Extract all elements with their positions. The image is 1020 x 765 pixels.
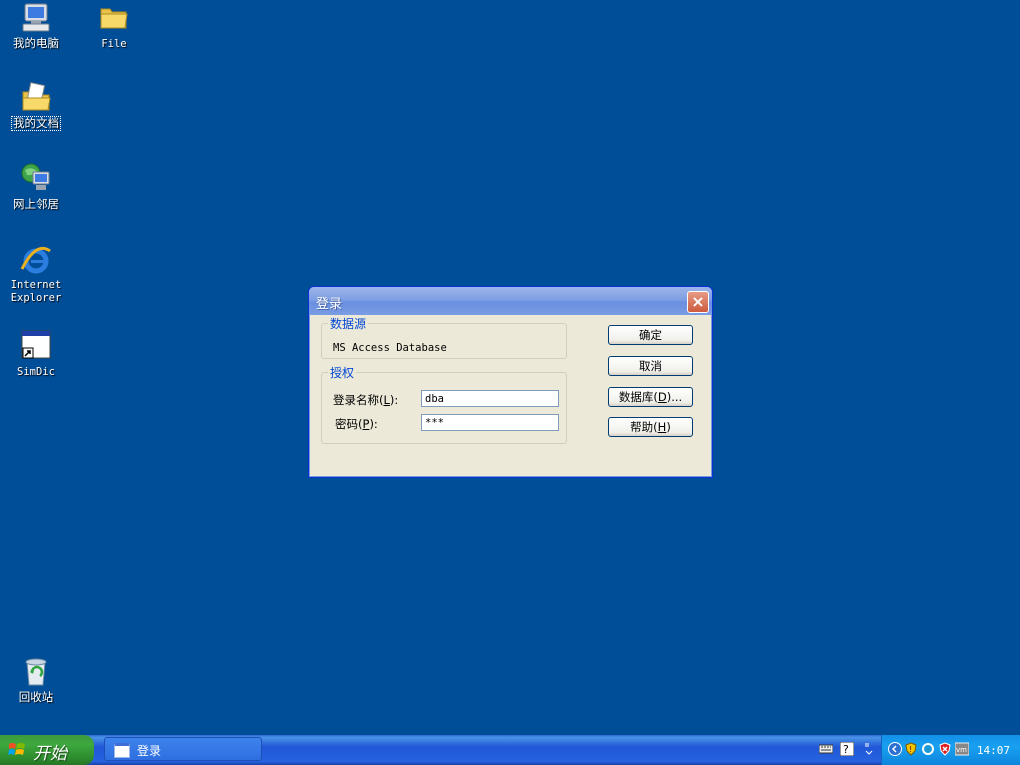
datasource-legend: 数据源 — [330, 317, 367, 331]
desktop-icon-label: 回收站 — [18, 690, 54, 704]
svg-text:?: ? — [843, 743, 849, 756]
taskbar: 开始 登录 ? ! vm 14:07 — [0, 735, 1020, 765]
password-label: 密码(P): — [335, 417, 378, 431]
desktop-icon-label: SimDic — [17, 366, 55, 378]
desktop-icon-internet-explorer[interactable]: Internet Explorer — [0, 243, 72, 305]
folder-icon — [97, 0, 131, 34]
my-documents-icon — [19, 80, 53, 114]
desktop-icon-label: Internet Explorer — [10, 279, 62, 304]
desktop-icon-label: 我的文档 — [11, 116, 61, 131]
vmware-tools-icon[interactable]: vm — [955, 742, 969, 756]
simdic-shortcut-icon — [19, 328, 53, 362]
close-icon: × — [691, 292, 705, 311]
desktop-icon-label: 我的电脑 — [13, 36, 59, 50]
svg-text:vm: vm — [956, 746, 967, 754]
start-label: 开始 — [33, 744, 67, 764]
keyboard-icon[interactable] — [819, 742, 833, 756]
auth-legend: 授权 — [330, 366, 355, 380]
antivirus-icon[interactable] — [938, 742, 952, 756]
windows-logo-icon — [8, 743, 25, 755]
dialog-title: 登录 — [316, 297, 343, 312]
desktop-icon-network-places[interactable]: 网上邻居 — [0, 161, 72, 211]
desktop-icon-recycle-bin[interactable]: 回收站 — [0, 654, 72, 704]
password-input[interactable]: *** — [421, 414, 559, 431]
desktop-icon-simdic[interactable]: SimDic — [0, 328, 72, 379]
desktop-icon-my-documents[interactable]: 我的文档 — [0, 80, 72, 131]
network-places-icon — [19, 161, 53, 195]
system-tray: ! vm 14:07 — [881, 735, 1020, 765]
dialog-body: 数据源 MS Access Database 授权 登录名称(L): dba 密… — [309, 315, 712, 477]
desktop-icon-label: 网上邻居 — [13, 197, 59, 211]
security-shield-icon[interactable]: ! — [904, 742, 918, 756]
show-hidden-icons-icon[interactable] — [888, 742, 902, 756]
help-button[interactable]: 帮助(H) — [608, 417, 693, 437]
taskbar-item-login[interactable]: 登录 — [104, 737, 262, 761]
start-button[interactable]: 开始 — [0, 735, 94, 765]
taskbar-item-label: 登录 — [137, 744, 162, 758]
help-icon[interactable]: ? — [840, 742, 854, 756]
recycle-bin-icon — [19, 654, 53, 688]
cancel-button[interactable]: 取消 — [608, 356, 693, 376]
options-arrow-icon[interactable] — [862, 742, 876, 756]
desktop-icon-my-computer[interactable]: 我的电脑 — [0, 0, 72, 50]
taskbar-clock: 14:07 — [976, 744, 1010, 757]
internet-explorer-icon — [19, 243, 53, 277]
database-button[interactable]: 数据库(D)... — [608, 387, 693, 407]
ok-button[interactable]: 确定 — [608, 325, 693, 345]
desktop-icon-label: File — [101, 38, 127, 50]
login-name-label: 登录名称(L): — [333, 393, 399, 407]
dialog-titlebar[interactable]: 登录 × — [309, 287, 712, 315]
my-computer-icon — [19, 0, 53, 34]
datasource-value: MS Access Database — [333, 342, 447, 354]
window-icon — [114, 743, 130, 758]
login-name-input[interactable]: dba — [421, 390, 559, 407]
desktop-icon-file-folder[interactable]: File — [78, 0, 150, 51]
svg-text:!: ! — [909, 745, 912, 754]
messenger-icon[interactable] — [921, 742, 935, 756]
login-dialog: 登录 × 数据源 MS Access Database 授权 登录名称(L): … — [308, 286, 713, 478]
close-button[interactable]: × — [687, 291, 709, 313]
